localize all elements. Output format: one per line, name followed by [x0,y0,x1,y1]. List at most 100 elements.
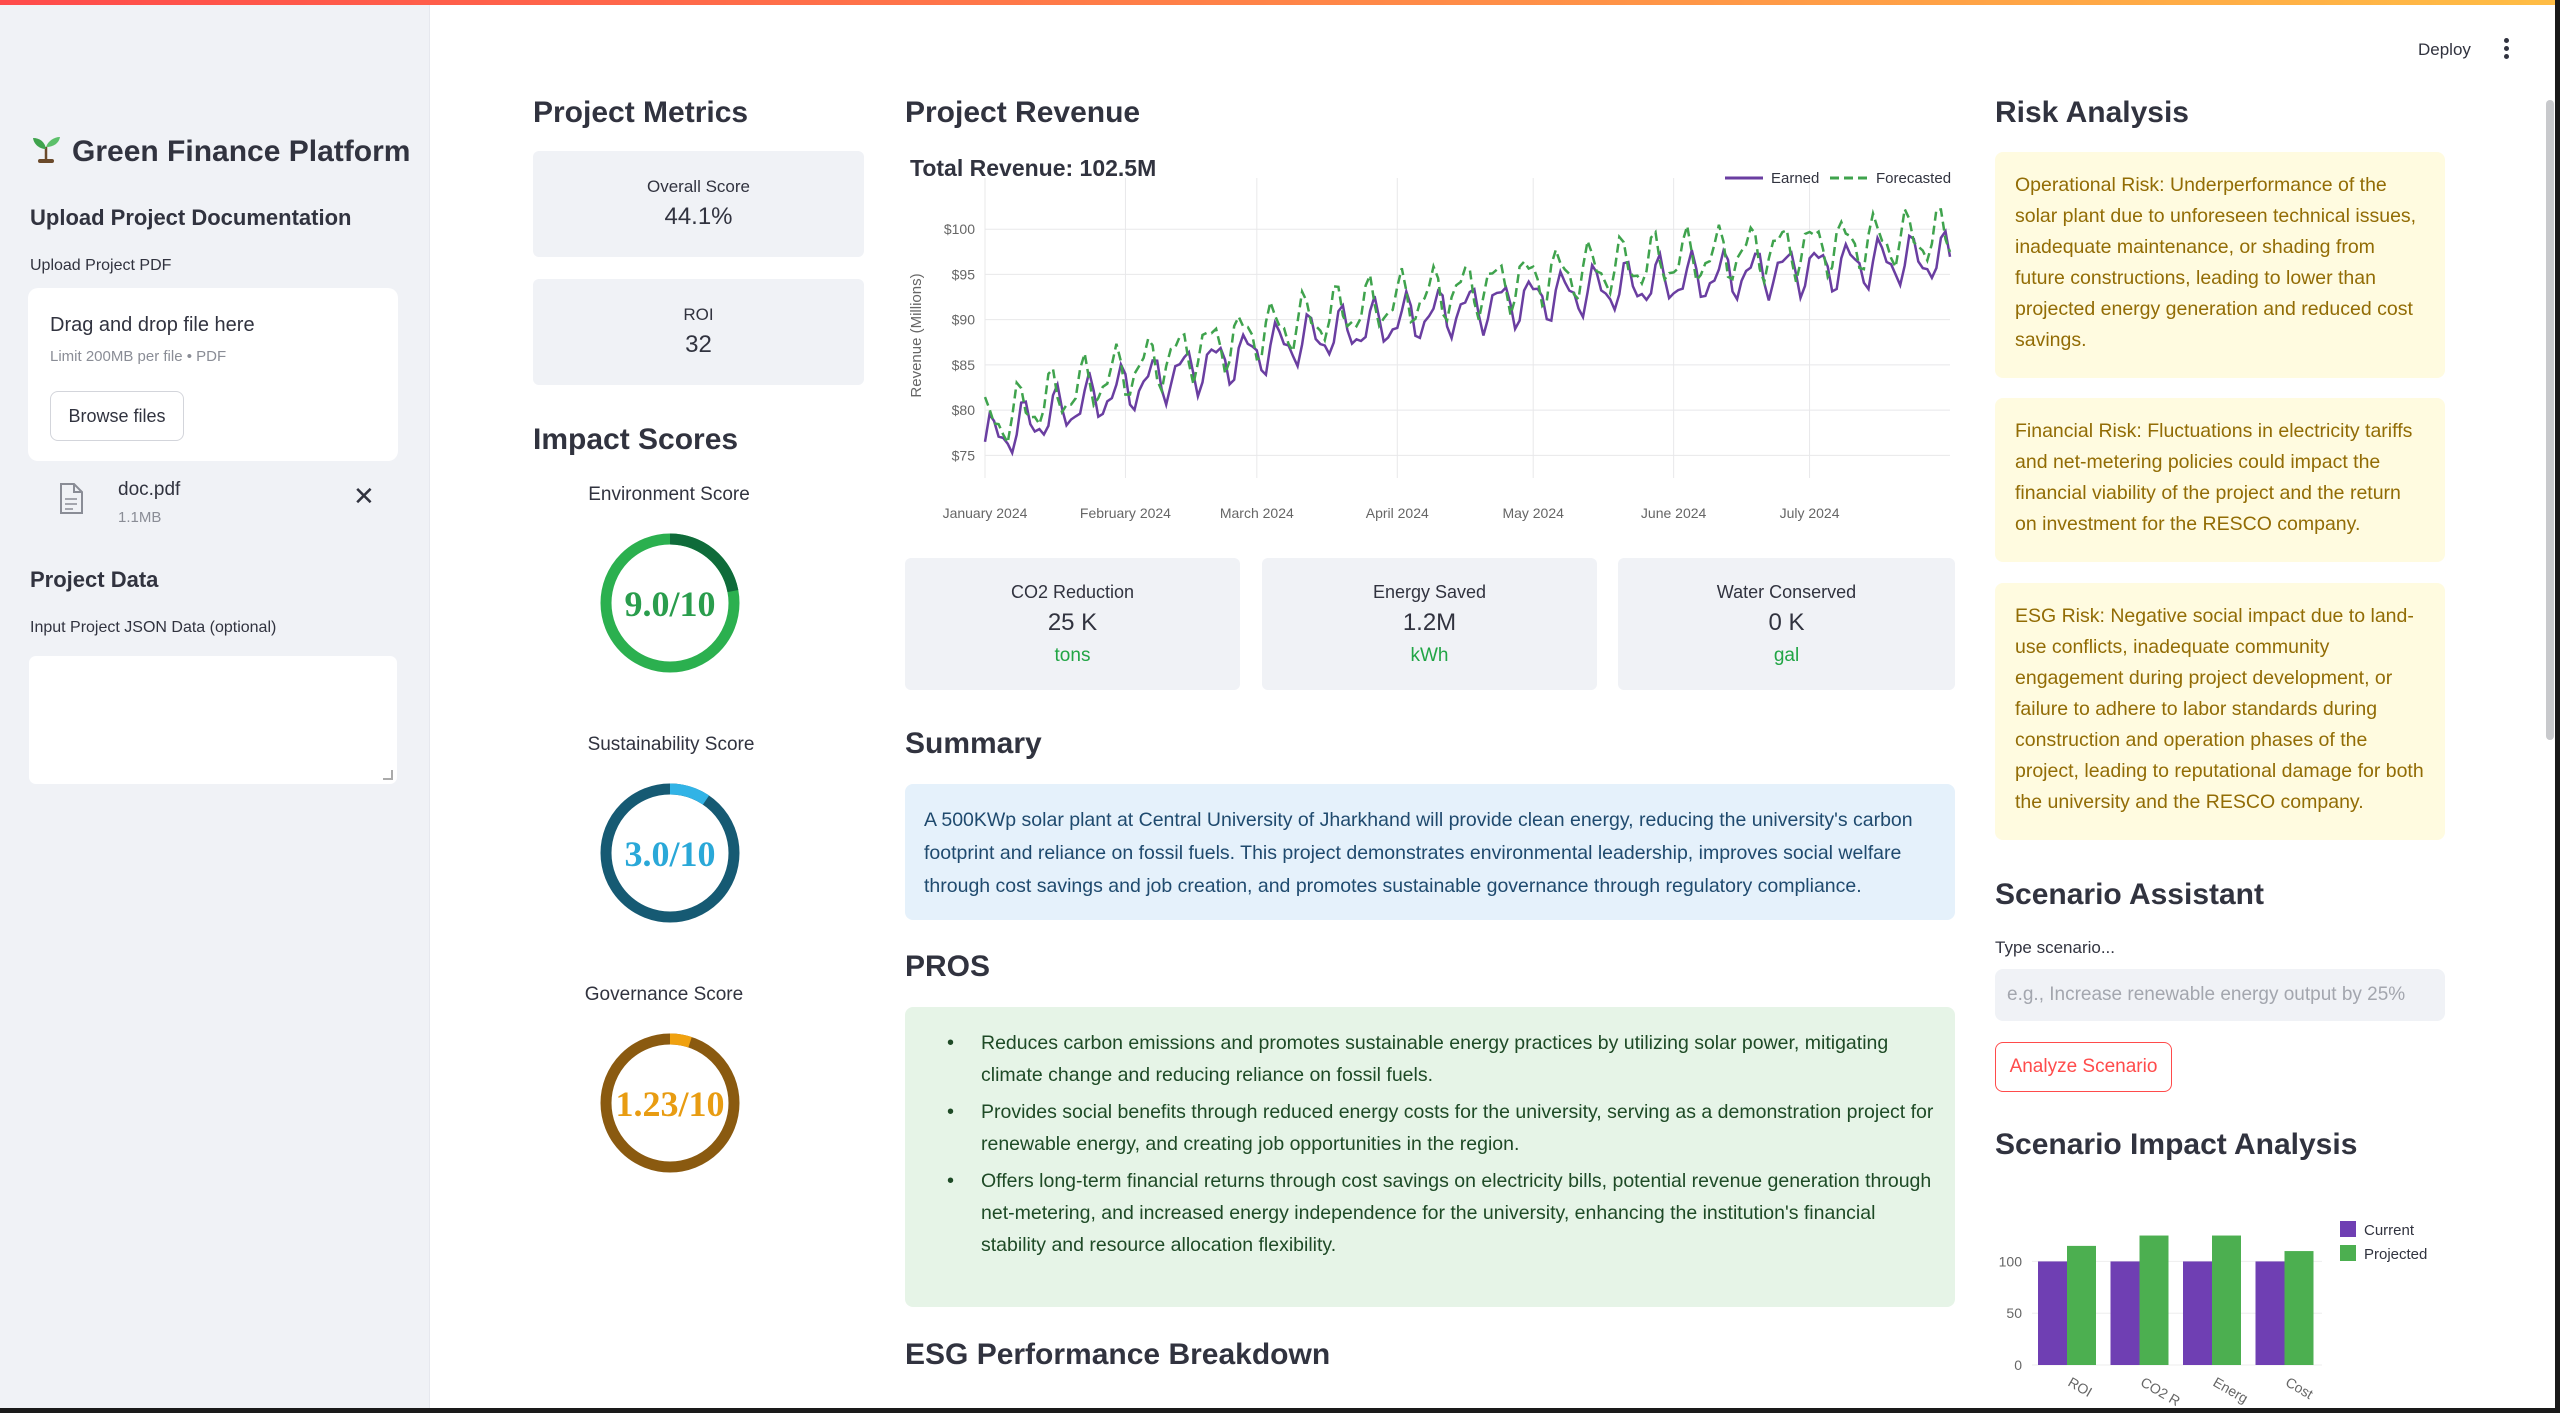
uploaded-file: doc.pdf 1.1MB ✕ [28,473,398,533]
scenario-impact-bar-chart[interactable]: 0 50 100 ROI CO2 R Energ Cost Current Projected [1990,1195,2430,1408]
water-value: 0 K [1768,609,1805,636]
x-tick-label: March 2024 [1220,505,1294,521]
main-menu-icon[interactable] [2500,38,2512,64]
x-tick-label: January 2024 [943,505,1028,521]
upload-heading: Upload Project Documentation [30,205,352,230]
series-line-earned [983,228,1952,457]
y-tick-label: $95 [952,266,976,282]
scenario-impact-heading: Scenario Impact Analysis [1995,1128,2358,1161]
risk-analysis-heading: Risk Analysis [1995,96,2189,129]
bar-projected [2067,1245,2096,1365]
bar-projected [2212,1235,2241,1365]
bar-y-tick: 50 [2006,1305,2022,1321]
esg-risk-box: ESG Risk: Negative social impact due to … [1995,583,2445,840]
project-data-heading: Project Data [30,567,159,592]
browse-files-button[interactable]: Browse files [50,391,184,441]
window-border-bottom [0,1408,2560,1413]
bar-current [2038,1261,2067,1365]
window-border [2555,0,2560,1413]
overall-score-metric: Overall Score 44.1% [533,151,864,257]
scenario-input[interactable] [1995,969,2445,1021]
governance-score-gauge: 1.23/10 [600,1033,740,1173]
energy-label: Energy Saved [1372,582,1487,602]
file-dropzone[interactable]: Drag and drop file here Limit 200MB per … [28,288,398,461]
bar-x-tick: ROI [2066,1374,2096,1400]
file-name: doc.pdf [118,479,181,500]
y-tick-label: $75 [952,447,976,463]
x-tick-label: May 2024 [1502,505,1564,521]
environment-score-title: Environment Score [588,484,750,505]
scenario-assistant-heading: Scenario Assistant [1995,878,2264,911]
bar-x-tick: Cost [2283,1374,2316,1402]
co2-reduction-metric: CO2 Reduction 25 K tons [905,558,1240,690]
bar-x-tick: Energ [2211,1374,2251,1407]
json-data-textarea[interactable] [28,655,398,785]
dropzone-text: Drag and drop file here [50,314,255,336]
bar-x-tick: CO2 R [2138,1374,2183,1408]
impact-scores-heading: Impact Scores [533,423,739,456]
summary-box: A 500KWp solar plant at Central Universi… [905,784,1955,920]
json-input-label: Input Project JSON Data (optional) [30,619,277,636]
remove-file-close-icon[interactable]: ✕ [353,481,375,512]
bar-projected [2139,1235,2169,1365]
water-conserved-metric: Water Conserved 0 K gal [1618,558,1955,690]
bar-current [2255,1261,2285,1365]
analyze-scenario-button[interactable]: Analyze Scenario [1995,1042,2172,1092]
energy-saved-metric: Energy Saved 1.2M kWh [1262,558,1597,690]
legend-label: Forecasted [1876,170,1951,187]
seedling-icon [30,133,62,171]
co2-unit: tons [1054,645,1091,666]
resize-grip-icon[interactable] [383,770,393,780]
sustainability-score-gauge: 3.0/10 [600,783,740,923]
series-line-forecasted [983,204,1952,447]
gauge-value-text: 3.0/10 [624,834,715,874]
water-unit: gal [1773,645,1800,666]
energy-unit: kWh [1410,645,1449,666]
esg-breakdown-heading: ESG Performance Breakdown [905,1338,1331,1371]
y-tick-label: $80 [952,402,976,418]
x-tick-label: July 2024 [1780,505,1840,521]
upload-label: Upload Project PDF [30,257,172,274]
bar-current [2110,1261,2140,1365]
gauge-value-text: 1.23/10 [615,1084,724,1124]
y-tick-label: $100 [944,221,975,237]
file-size: 1.1MB [118,509,162,526]
gauge-value-text: 9.0/10 [624,584,715,624]
water-label: Water Conserved [1716,582,1857,602]
operational-risk-box: Operational Risk: Underperformance of th… [1995,152,2445,378]
roi-metric: ROI 32 [533,279,864,385]
co2-label: CO2 Reduction [1010,582,1135,602]
environment-score-gauge: 9.0/10 [600,533,740,673]
y-tick-label: $90 [952,312,976,328]
energy-value: 1.2M [1402,609,1457,636]
co2-value: 25 K [1047,609,1098,636]
governance-score-title: Governance Score [584,984,744,1005]
app-title-text: Green Finance Platform [72,135,411,168]
x-tick-label: June 2024 [1641,505,1707,521]
pros-item: Reduces carbon emissions and promotes su… [925,1027,1935,1091]
page-scrollbar[interactable] [2546,100,2554,740]
pros-heading: PROS [905,950,991,983]
legend-label: Earned [1771,170,1819,187]
deploy-button[interactable]: Deploy [2418,40,2471,60]
bar-projected [2284,1251,2314,1365]
scenario-input-label: Type scenario... [1995,938,2116,957]
bar-current [2183,1261,2212,1365]
sidebar: Green Finance Platform Upload Project Do… [0,5,430,1408]
financial-risk-box: Financial Risk: Fluctuations in electric… [1995,398,2445,562]
x-tick-label: April 2024 [1366,505,1429,521]
revenue-line-chart[interactable]: $75 $80 $85 $90 $95 $100 January 2024 February … [905,145,1955,545]
pros-item: Provides social benefits through reduced… [925,1096,1935,1160]
roi-value: 32 [685,331,712,358]
sustainability-score-title: Sustainability Score [587,734,755,755]
bar-legend-label: Projected [2364,1246,2427,1263]
bar-y-tick: 100 [1999,1253,2023,1269]
bar-legend-label: Current [2364,1222,2415,1239]
summary-heading: Summary [905,727,1042,760]
overall-score-value: 44.1% [664,203,733,230]
pros-box: Reduces carbon emissions and promotes su… [905,1007,1955,1307]
y-axis-label: Revenue (Millions) [908,273,925,397]
project-metrics-heading: Project Metrics [533,96,749,129]
file-icon [60,483,83,514]
app-title: Green Finance Platform [30,133,410,171]
